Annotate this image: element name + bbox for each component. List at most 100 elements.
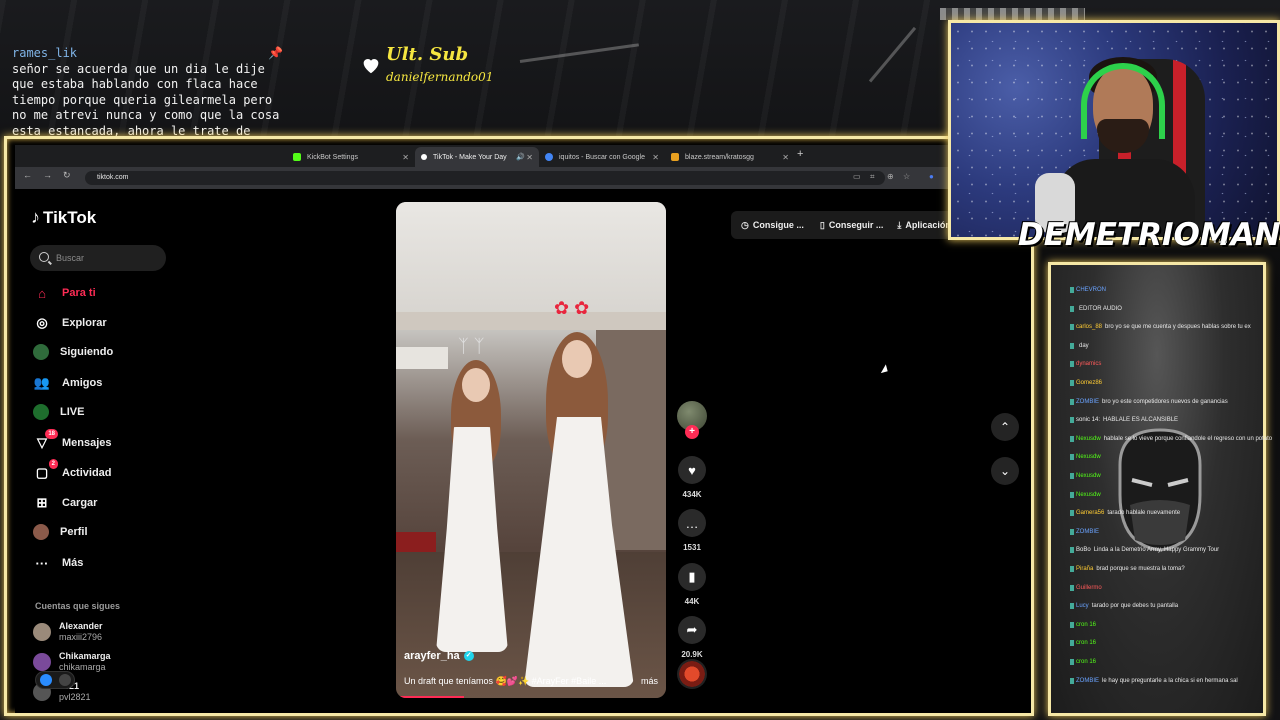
- floating-app-button[interactable]: [35, 671, 75, 689]
- following-account[interactable]: Alexander maxiii2796: [33, 621, 103, 643]
- tab-label: TikTok - Make Your Day: [433, 153, 507, 161]
- chat-message: day: [1070, 342, 1089, 349]
- video-progress-bar[interactable]: [396, 696, 464, 698]
- extension-icon[interactable]: ●: [929, 172, 934, 181]
- button-label: Aplicación: [905, 220, 951, 230]
- tiktok-page: ♪ TikTok Buscar ⌂ Para ti ◎ Explorar Sig…: [15, 189, 1031, 713]
- reindeer-ears-icon: ✿ ✿: [554, 298, 590, 318]
- chat-message: ZOMBIE bro yo este competidores nuevos de…: [1070, 398, 1228, 405]
- chat-badge-icon: [1070, 510, 1074, 517]
- chat-badge-icon: [1070, 305, 1074, 312]
- menu-label: LIVE: [60, 406, 85, 418]
- follow-plus-icon[interactable]: +: [685, 425, 699, 439]
- url-field[interactable]: tiktok.com: [85, 171, 885, 185]
- back-icon[interactable]: ←: [23, 170, 32, 180]
- video-player[interactable]: ᛉ ᛉ ✿ ✿ arayfer_ha ✓ Un draft que teníam…: [396, 202, 666, 698]
- chat-text: le hay que preguntarle a la chica si en …: [1102, 677, 1238, 684]
- chat-username[interactable]: BoBo: [1076, 547, 1091, 553]
- chat-username[interactable]: CHEVRON: [1076, 287, 1106, 293]
- chat-username[interactable]: cron 16: [1076, 622, 1096, 628]
- chat-username[interactable]: Nexusdw: [1076, 454, 1101, 460]
- tab-label: blaze.stream/kratosgg: [685, 153, 754, 161]
- reload-icon[interactable]: ↻: [63, 170, 71, 181]
- chat-username[interactable]: ZOMBIE: [1076, 678, 1099, 684]
- tiktok-logo[interactable]: ♪ TikTok: [31, 207, 96, 228]
- chat-username[interactable]: Guillermo: [1076, 585, 1102, 591]
- chat-username[interactable]: Lucy: [1076, 603, 1089, 609]
- tab-tiktok[interactable]: TikTok - Make Your Day 🔊 ✕: [415, 147, 539, 167]
- tab-close-icon[interactable]: ✕: [652, 153, 659, 162]
- chat-message: Nexusdw: [1070, 454, 1104, 461]
- forward-icon[interactable]: →: [43, 170, 52, 180]
- blaze-favicon-icon: [671, 153, 679, 161]
- tab-google-search[interactable]: iquitos - Buscar con Google ✕: [539, 147, 665, 167]
- menu-item-mas[interactable]: ··· Más: [33, 554, 84, 572]
- chat-badge-icon: [1070, 603, 1074, 610]
- tab-kickbot[interactable]: KickBot Settings ✕: [287, 147, 415, 167]
- menu-label: Perfil: [60, 526, 88, 538]
- chat-username[interactable]: Nexusdw: [1076, 492, 1101, 498]
- previous-video-button[interactable]: ⌃: [991, 413, 1019, 441]
- menu-item-live[interactable]: LIVE: [33, 404, 84, 420]
- get-coins-button[interactable]: ◷ Consigue ...: [741, 220, 804, 231]
- share-button[interactable]: ➦ 20.9K: [675, 616, 709, 659]
- button-label: Consigue ...: [752, 220, 804, 230]
- search-icon: [39, 252, 49, 262]
- video-username[interactable]: arayfer_ha ✓: [404, 650, 474, 662]
- tab-close-icon[interactable]: ✕: [782, 153, 789, 162]
- last-sub-user: danielfernando01: [386, 70, 494, 84]
- tab-close-icon[interactable]: ✕: [402, 153, 409, 162]
- comment-count: 1531: [683, 543, 701, 552]
- like-button[interactable]: ♥ 434K: [675, 456, 709, 499]
- chat-message: cron 16: [1070, 659, 1099, 665]
- chat-username[interactable]: cron 16: [1076, 659, 1096, 665]
- translate-icon[interactable]: ⌗: [870, 172, 875, 182]
- menu-item-mensajes[interactable]: ▽ 18 Mensajes: [33, 429, 112, 452]
- zoom-icon[interactable]: ⊕: [887, 172, 894, 181]
- chat-username[interactable]: cron 16: [1076, 640, 1096, 646]
- search-placeholder: Buscar: [56, 253, 85, 263]
- menu-item-amigos[interactable]: 👥 Amigos: [33, 374, 102, 392]
- menu-label: Mensajes: [62, 437, 112, 449]
- save-button[interactable]: ▮ 44K: [675, 563, 709, 606]
- chat-username[interactable]: Piraña: [1076, 566, 1093, 572]
- search-input[interactable]: Buscar: [30, 245, 166, 271]
- chat-username[interactable]: dynamics: [1076, 361, 1101, 367]
- chat-username[interactable]: ZOMBIE: [1076, 399, 1099, 405]
- chat-username[interactable]: ZOMBIE: [1076, 529, 1099, 535]
- get-app-button[interactable]: ▯ Conseguir ...: [820, 220, 883, 231]
- menu-item-para-ti[interactable]: ⌂ Para ti: [33, 284, 96, 302]
- download-app-button[interactable]: ⤓ Aplicación: [897, 220, 951, 231]
- chat-username[interactable]: Nexusdw: [1076, 436, 1101, 442]
- chat-username[interactable]: Gamera56: [1076, 510, 1104, 516]
- video-description: Un draft que teníamos 🥰💕✨ #ArayFer #Bail…: [404, 676, 658, 687]
- chat-badge-icon: [1070, 677, 1074, 684]
- chat-username[interactable]: sonic 14:: [1076, 417, 1100, 423]
- tab-blaze[interactable]: blaze.stream/kratosgg ✕: [665, 147, 795, 167]
- menu-item-explorar[interactable]: ◎ Explorar: [33, 314, 106, 332]
- stream-scene: rames_lik señor se acuerda que un dia le…: [0, 0, 1280, 720]
- friends-icon: 👥: [33, 375, 51, 390]
- music-disc-icon[interactable]: [677, 659, 707, 689]
- menu-item-cargar[interactable]: ⊞ Cargar: [33, 494, 98, 512]
- chat-username[interactable]: carlos_88: [1076, 324, 1102, 330]
- more-link[interactable]: más: [641, 676, 658, 687]
- bookmark-star-icon[interactable]: ☆: [903, 172, 910, 181]
- install-app-icon[interactable]: ▭: [853, 172, 861, 181]
- chat-badge-icon: [1070, 398, 1074, 405]
- menu-item-perfil[interactable]: Perfil: [33, 524, 88, 540]
- comment-button[interactable]: … 1531: [675, 509, 709, 552]
- menu-item-siguiendo[interactable]: Siguiendo: [33, 344, 113, 360]
- chat-badge-icon: [1070, 547, 1074, 554]
- chat-username[interactable]: Gomez86: [1076, 380, 1102, 386]
- chat-username[interactable]: Nexusdw: [1076, 473, 1101, 479]
- description-text: Un draft que teníamos 🥰💕✨ #ArayFer #Bail…: [404, 676, 607, 686]
- new-tab-button[interactable]: +: [797, 148, 803, 160]
- chat-message: Gamera56 tarado hablale nuevamente: [1070, 510, 1180, 517]
- next-video-button[interactable]: ⌄: [991, 457, 1019, 485]
- chat-badge-icon: [1070, 640, 1074, 647]
- menu-item-actividad[interactable]: ▢ 2 Actividad: [33, 459, 112, 482]
- following-account[interactable]: Chikamarga chikamarga: [33, 651, 111, 673]
- speaker-icon[interactable]: 🔊: [516, 153, 525, 161]
- tab-close-icon[interactable]: ✕: [526, 153, 533, 162]
